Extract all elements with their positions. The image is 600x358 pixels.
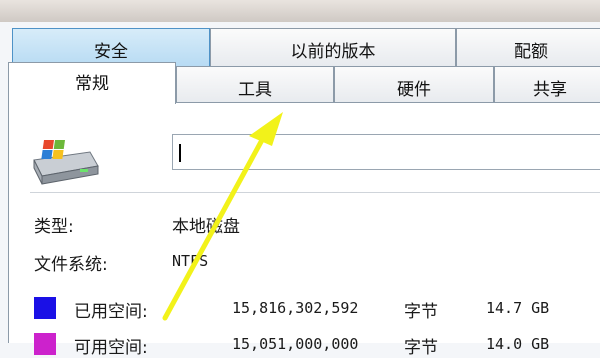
hard-drive-icon xyxy=(30,138,100,190)
text-caret xyxy=(179,144,181,162)
tab-hardware[interactable]: 硬件 xyxy=(334,66,494,104)
free-space-unit: 字节 xyxy=(404,338,438,358)
separator xyxy=(30,192,600,193)
tab-general[interactable]: 常规 xyxy=(8,62,176,104)
tab-sharing[interactable]: 共享 xyxy=(494,66,600,104)
used-space-bytes: 15,816,302,592 xyxy=(232,299,359,317)
filesystem-label: 文件系统: xyxy=(34,255,108,275)
type-value: 本地磁盘 xyxy=(172,217,240,237)
used-space-color-swatch xyxy=(34,297,56,319)
tab-row-front: 常规 工具 硬件 共享 xyxy=(0,62,600,104)
type-label: 类型: xyxy=(34,217,74,237)
tab-quota[interactable]: 配额 xyxy=(456,28,600,68)
tab-tools[interactable]: 工具 xyxy=(176,66,334,104)
used-space-size: 14.7 GB xyxy=(486,299,550,317)
used-space-unit: 字节 xyxy=(404,302,438,322)
tab-previous-versions[interactable]: 以前的版本 xyxy=(210,28,456,68)
filesystem-value: NTFS xyxy=(172,252,209,270)
free-space-color-swatch xyxy=(34,333,56,355)
free-space-label: 可用空间: xyxy=(74,338,148,358)
drive-name-input[interactable] xyxy=(172,134,600,170)
window-title-bar xyxy=(0,0,600,22)
used-space-label: 已用空间: xyxy=(74,302,148,322)
